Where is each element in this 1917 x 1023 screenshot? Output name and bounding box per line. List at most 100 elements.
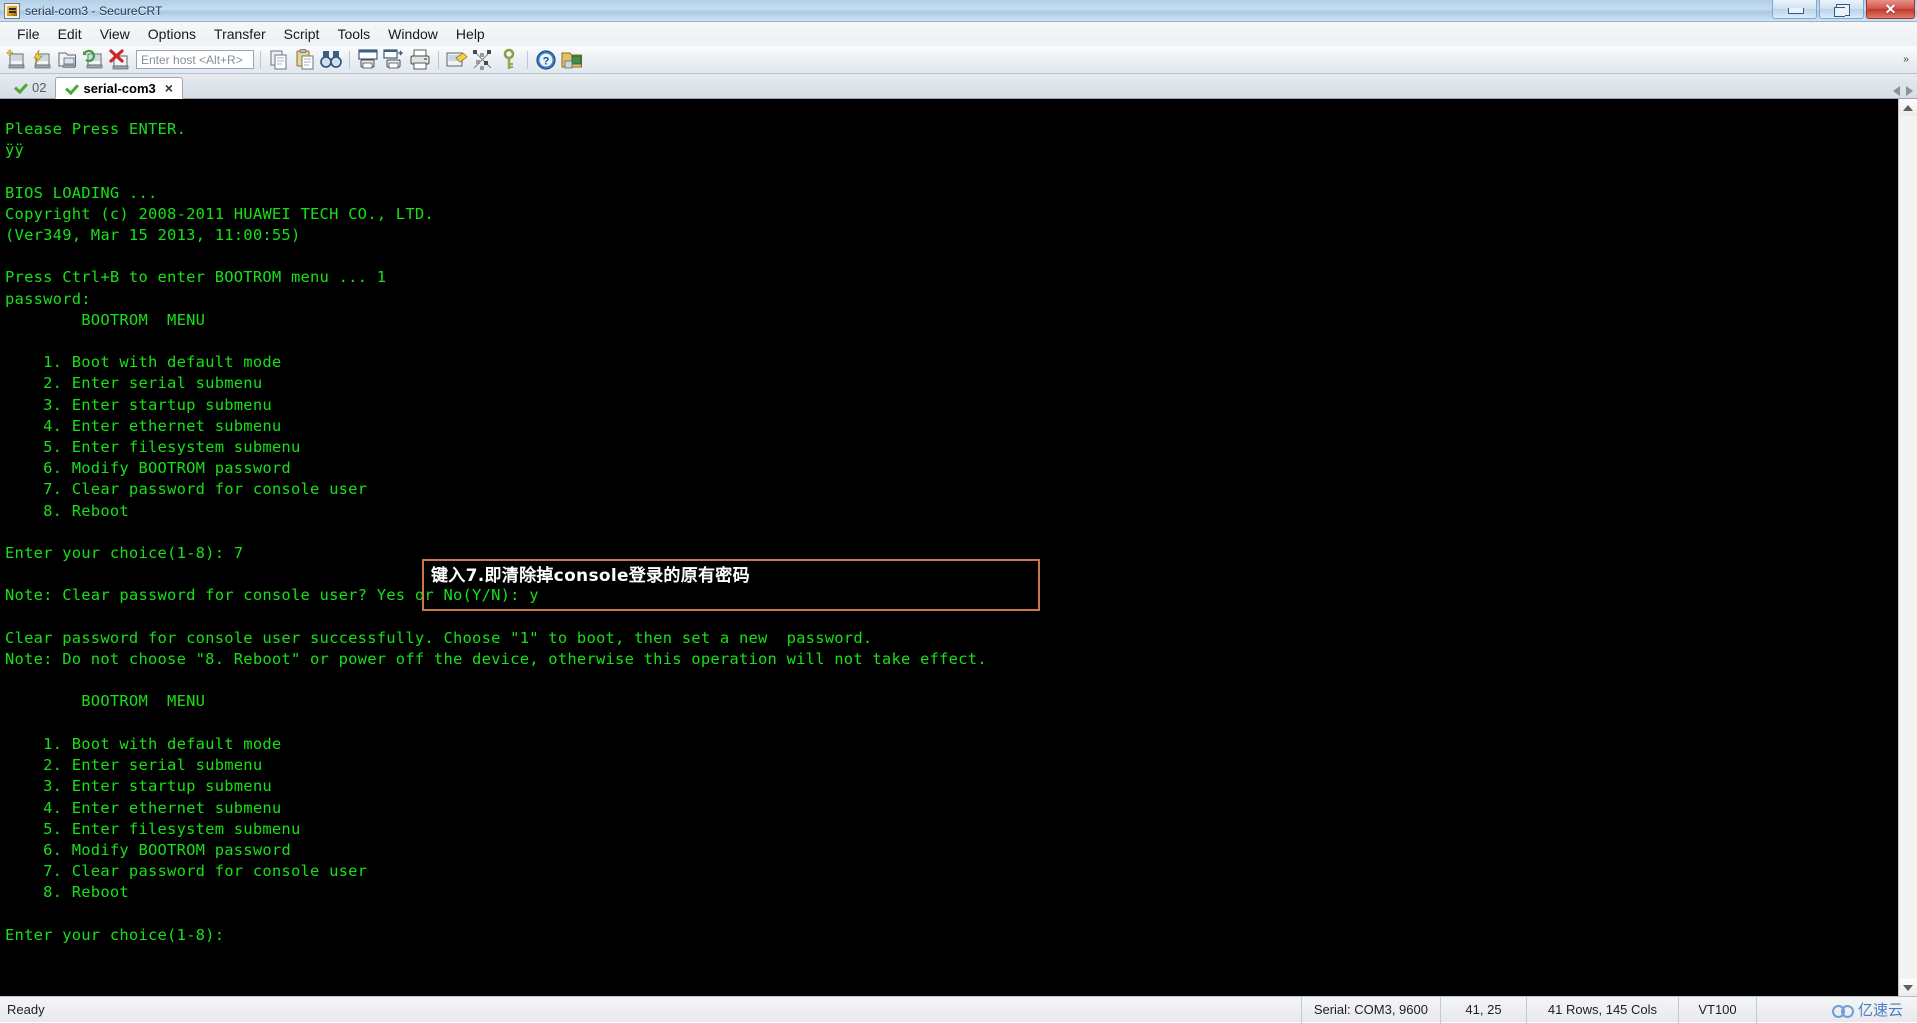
terminal-line: 3. Enter startup submenu [5,395,272,414]
watermark-text: 亿速云 [1857,1001,1903,1019]
print-screen-icon[interactable] [356,48,380,72]
terminal-line: 5. Enter filesystem submenu [5,438,301,457]
terminal-line: 6. Modify BOOTROM password [5,459,291,478]
host-input[interactable]: Enter host <Alt+R> [136,50,254,69]
terminal-line: password: [5,289,91,308]
status-screen-size: 41 Rows, 145 Cols [1525,996,1678,1023]
terminal-line: ÿÿ [5,141,25,160]
status-extra [1755,996,1822,1023]
close-tab-icon[interactable]: × [165,81,173,95]
paste-icon[interactable] [293,48,317,72]
annotation-callout: 键入7.即清除掉console登录的原有密码 [422,559,1040,611]
terminal-line: BOOTROM MENU [5,692,206,711]
toolbar-separator [527,50,528,69]
tab-serial-com3[interactable]: serial-com3 × [55,77,183,99]
menu-options[interactable]: Options [139,24,205,44]
terminal-line: 4. Enter ethernet submenu [5,798,282,817]
scrollbar-track[interactable] [1899,116,1917,979]
securecrt-app-icon [4,2,20,19]
open-session-icon[interactable] [56,48,80,72]
quick-connect-icon[interactable] [30,48,54,72]
menu-help[interactable]: Help [447,24,494,44]
disconnect-icon[interactable] [108,48,132,72]
chevron-up-icon [1903,104,1913,111]
maximize-icon [1834,4,1850,17]
tab-nav-controls [1893,86,1913,96]
window-controls: ✕ [1772,0,1915,21]
terminal-line: 3. Enter startup submenu [5,777,272,796]
annotation-text: 键入7.即清除掉console登录的原有密码 [431,566,750,586]
toolbar-separator [349,50,350,69]
minimize-icon [1788,8,1804,14]
toolbar-separator [438,50,439,69]
terminal-output[interactable]: Please Press ENTER. ÿÿ BIOS LOADING ... Co… [0,99,1898,996]
find-icon[interactable] [319,48,343,72]
terminal-line: 4. Enter ethernet submenu [5,416,282,435]
copy-icon[interactable] [267,48,291,72]
maximize-button[interactable] [1819,0,1864,19]
terminal-line: 1. Boot with default mode [5,353,282,372]
green-check-icon [65,82,78,94]
secure-folder-icon[interactable] [560,48,584,72]
svg-text:?: ? [543,55,550,67]
toolbar-separator [260,50,261,69]
scroll-down-button[interactable] [1899,979,1917,996]
terminal-line: 2. Enter serial submenu [5,756,263,775]
title-bar: serial-com3 - SecureCRT ✕ [0,0,1917,22]
terminal-line: Please Press ENTER. [5,120,187,138]
menu-window[interactable]: Window [379,24,447,44]
menu-edit[interactable]: Edit [49,24,91,44]
help-icon[interactable]: ? [534,48,558,72]
menu-transfer[interactable]: Transfer [205,24,275,44]
scroll-tabs-left-icon[interactable] [1893,86,1900,96]
toolbar: Enter host <Alt+R> ? » [0,46,1917,74]
menu-file[interactable]: File [8,24,49,44]
status-serial: Serial: COM3, 9600 [1300,996,1440,1023]
tab-label: serial-com3 [83,80,156,96]
menu-script[interactable]: Script [275,24,329,44]
terminal-line: 5. Enter filesystem submenu [5,819,301,838]
scroll-up-button[interactable] [1899,99,1917,116]
chevron-down-icon [1903,984,1913,991]
close-button[interactable]: ✕ [1866,0,1915,19]
terminal-line: 7. Clear password for console user [5,862,368,881]
securecrt-window: serial-com3 - SecureCRT ✕ File Edit View… [0,0,1917,1023]
print-icon[interactable] [408,48,432,72]
terminal-line: Note: Do not choose "8. Reboot" or power… [5,650,987,669]
status-ready: Ready [7,1002,45,1017]
menu-tools[interactable]: Tools [328,24,379,44]
key-icon[interactable] [497,48,521,72]
log-session-icon[interactable] [382,48,406,72]
minimize-button[interactable] [1772,0,1817,19]
watermark-logo-icon [1831,1003,1854,1018]
terminal-line: 8. Reboot [5,501,129,520]
menu-view[interactable]: View [91,24,139,44]
status-bar: Ready Serial: COM3, 9600 41, 25 41 Rows,… [0,996,1917,1023]
tab-02[interactable]: 02 [5,76,55,98]
menu-bar: File Edit View Options Transfer Script T… [0,22,1917,46]
terminal-scrollbar[interactable] [1898,99,1917,996]
scramble-keys-icon[interactable] [471,48,495,72]
status-emulation: VT100 [1677,996,1756,1023]
terminal-line: Press Ctrl+B to enter BOOTROM menu ... 1 [5,268,387,287]
green-check-icon [14,81,27,93]
terminal-line: (Ver349, Mar 15 2013, 11:00:55) [5,226,301,245]
reconnect-icon[interactable] [82,48,106,72]
tab-bar: 02 serial-com3 × [0,74,1917,99]
terminal-line: BIOS LOADING ... [5,183,158,202]
terminal-line: Enter your choice(1-8): [5,925,225,944]
terminal-line: Clear password for console user successf… [5,628,873,647]
status-cursor-position: 41, 25 [1439,996,1526,1023]
toolbar-overflow-button[interactable]: » [1899,54,1913,65]
new-session-icon[interactable] [4,48,28,72]
terminal-line: 2. Enter serial submenu [5,374,263,393]
tab-label: 02 [32,79,47,95]
terminal-line: BOOTROM MENU [5,310,206,329]
scroll-tabs-right-icon[interactable] [1906,86,1913,96]
terminal-line: 8. Reboot [5,883,129,902]
session-options-icon[interactable] [445,48,469,72]
